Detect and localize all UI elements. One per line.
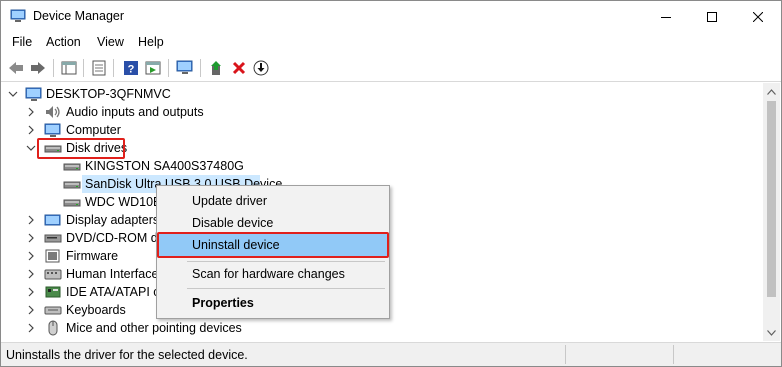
uninstall-highlight bbox=[157, 232, 389, 258]
scan-hardware-icon[interactable] bbox=[175, 58, 195, 78]
tree-root-label: DESKTOP-3QFNMVC bbox=[46, 87, 171, 101]
disk-drive-icon bbox=[63, 158, 81, 174]
status-text: Uninstalls the driver for the selected d… bbox=[6, 348, 248, 362]
toolbar-separator bbox=[200, 59, 201, 77]
firmware-icon bbox=[44, 248, 62, 264]
toolbar-separator bbox=[113, 59, 114, 77]
menu-help[interactable]: Help bbox=[138, 35, 164, 49]
window-title: Device Manager bbox=[33, 9, 125, 23]
tree-item-kingston[interactable]: KINGSTON SA400S37480G bbox=[2, 157, 702, 175]
maximize-button[interactable] bbox=[689, 1, 735, 32]
menu-item-scan-hardware[interactable]: Scan for hardware changes bbox=[159, 263, 387, 285]
device-manager-window: Device Manager File Action View Help ? D… bbox=[0, 0, 782, 367]
tree-item-label: Computer bbox=[66, 123, 121, 137]
help-icon[interactable]: ? bbox=[121, 58, 141, 78]
tree-item-mice[interactable]: Mice and other pointing devices bbox=[2, 319, 702, 337]
download-icon[interactable] bbox=[251, 58, 271, 78]
menu-item-disable-device[interactable]: Disable device bbox=[159, 212, 387, 234]
context-menu: Update driver Disable device Uninstall d… bbox=[156, 185, 390, 319]
chevron-right-icon[interactable] bbox=[26, 323, 36, 333]
mouse-icon bbox=[44, 320, 62, 336]
disk-drives-highlight bbox=[37, 138, 125, 159]
menu-item-label: Scan for hardware changes bbox=[192, 267, 345, 281]
toolbar-separator bbox=[53, 59, 54, 77]
toolbar-separator bbox=[168, 59, 169, 77]
uninstall-icon[interactable] bbox=[229, 58, 249, 78]
chevron-down-icon[interactable] bbox=[26, 143, 36, 153]
menu-item-properties[interactable]: Properties bbox=[159, 292, 387, 314]
tree-item-label: Mice and other pointing devices bbox=[66, 321, 242, 335]
chevron-right-icon[interactable] bbox=[26, 269, 36, 279]
svg-text:?: ? bbox=[128, 64, 135, 76]
chevron-right-icon[interactable] bbox=[26, 287, 36, 297]
back-icon[interactable] bbox=[6, 58, 26, 78]
menu-bar: File Action View Help bbox=[1, 32, 781, 53]
chevron-right-icon[interactable] bbox=[26, 233, 36, 243]
chevron-right-icon[interactable] bbox=[26, 107, 36, 117]
properties-icon[interactable] bbox=[89, 58, 109, 78]
update-driver-icon[interactable] bbox=[207, 58, 227, 78]
scrollbar-thumb[interactable] bbox=[767, 101, 776, 297]
title-bar[interactable]: Device Manager bbox=[1, 1, 781, 32]
menu-item-label: Properties bbox=[192, 296, 254, 310]
tree-item-label: WDC WD10E bbox=[85, 195, 162, 209]
run-icon[interactable] bbox=[143, 58, 163, 78]
tree-item-label: Human Interface bbox=[66, 267, 159, 281]
scroll-up-icon[interactable] bbox=[763, 83, 780, 100]
vertical-scrollbar[interactable] bbox=[763, 83, 780, 341]
monitor-icon bbox=[44, 122, 62, 138]
tree-item-label: DVD/CD-ROM dr bbox=[66, 231, 162, 245]
menu-separator bbox=[187, 288, 385, 289]
toolbar-separator bbox=[83, 59, 84, 77]
keyboard-icon bbox=[44, 302, 62, 318]
hid-icon bbox=[44, 266, 62, 282]
display-adapter-icon bbox=[44, 212, 62, 228]
show-hide-console-tree-icon[interactable] bbox=[59, 58, 79, 78]
speaker-icon bbox=[44, 104, 62, 120]
menu-separator bbox=[187, 261, 385, 262]
tree-item-label: Display adapters bbox=[66, 213, 160, 227]
minimize-button[interactable] bbox=[643, 1, 689, 32]
tree-item-label: Firmware bbox=[66, 249, 119, 263]
forward-icon[interactable] bbox=[28, 58, 48, 78]
disk-drive-icon bbox=[63, 176, 81, 192]
tree-item-label: IDE ATA/ATAPI co bbox=[66, 285, 167, 299]
toolbar: ? bbox=[1, 54, 781, 82]
menu-item-update-driver[interactable]: Update driver bbox=[159, 190, 387, 212]
menu-file[interactable]: File bbox=[12, 35, 32, 49]
tree-item-audio[interactable]: Audio inputs and outputs bbox=[2, 103, 702, 121]
tree-item-label: KINGSTON SA400S37480G bbox=[85, 159, 244, 173]
dvd-icon bbox=[44, 230, 62, 246]
computer-icon bbox=[25, 86, 43, 102]
tree-item-computer[interactable]: Computer bbox=[2, 121, 702, 139]
status-divider bbox=[565, 345, 566, 364]
disk-drive-icon bbox=[63, 194, 81, 210]
scroll-down-icon[interactable] bbox=[763, 324, 780, 341]
chevron-right-icon[interactable] bbox=[26, 251, 36, 261]
chevron-down-icon[interactable] bbox=[8, 89, 18, 99]
tree-item-label: Audio inputs and outputs bbox=[66, 105, 204, 119]
tree-item-label: Keyboards bbox=[66, 303, 126, 317]
ide-icon bbox=[44, 284, 62, 300]
tree-root[interactable]: DESKTOP-3QFNMVC bbox=[2, 85, 702, 103]
chevron-right-icon[interactable] bbox=[26, 215, 36, 225]
status-bar: Uninstalls the driver for the selected d… bbox=[1, 342, 781, 366]
device-manager-icon bbox=[10, 9, 26, 23]
menu-action[interactable]: Action bbox=[46, 35, 81, 49]
menu-view[interactable]: View bbox=[97, 35, 124, 49]
menu-item-label: Disable device bbox=[192, 216, 274, 230]
menu-item-label: Update driver bbox=[192, 194, 268, 208]
chevron-right-icon[interactable] bbox=[26, 305, 36, 315]
status-divider bbox=[673, 345, 674, 364]
close-button[interactable] bbox=[735, 1, 781, 32]
chevron-right-icon[interactable] bbox=[26, 125, 36, 135]
